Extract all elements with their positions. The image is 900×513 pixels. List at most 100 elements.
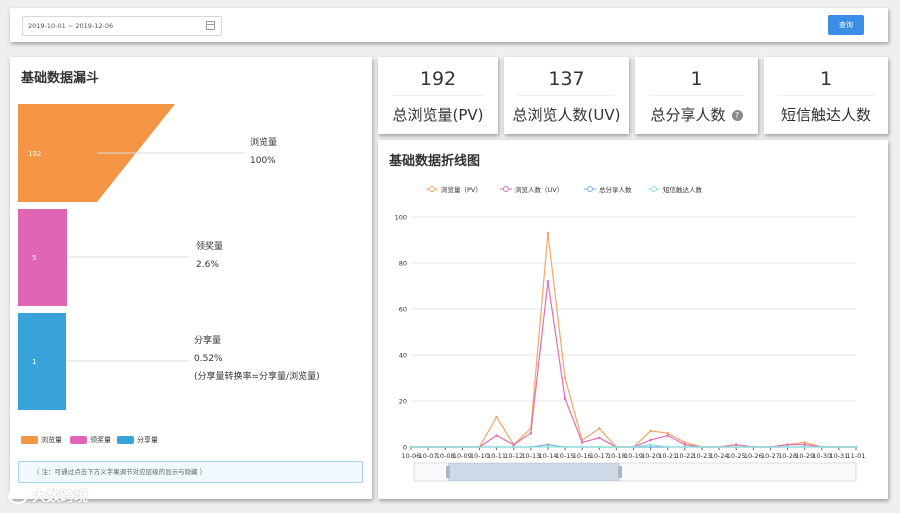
funnel-stage-name: 领奖量 [196,242,224,252]
funnel-stage-award[interactable] [18,209,67,306]
x-tick-label: 10-12 [504,452,523,460]
zoom-slider-handle-right[interactable] [618,466,622,478]
legend-label: 领奖量 [90,436,111,444]
funnel-conversion-note: (分享量转换率=分享量/浏览量) [194,372,320,382]
x-tick-label: 10-10 [470,452,489,460]
funnel-value-pv: 192 [28,150,41,158]
line-chart: 浏览量（PV） 浏览人数（UV） 总分享人数 短信触达人数 0 20 40 60 80 100 10… [395,185,865,482]
funnel-legend-pv[interactable]: 浏览量 [21,435,62,445]
stat-divider [392,95,484,96]
x-tick-label: 10-21 [658,452,677,460]
data-point [478,445,481,449]
y-tick-label: 0 [403,444,407,452]
date-range-picker[interactable]: 2019-10-01 ~ 2019-12-06 [22,16,222,36]
query-button[interactable]: 查询 [828,15,864,35]
x-tick-label: 10-09 [453,452,472,460]
funnel-chart: 192 5 1 [18,104,246,410]
legend-label: 分享量 [137,436,158,444]
stat-card-share: 1 总分享人数? [635,57,758,134]
data-point [649,438,652,442]
zoom-slider-selection [448,463,620,481]
funnel-stage-name: 浏览量 [250,138,278,148]
data-point [563,376,567,380]
y-tick-label: 100 [395,214,407,222]
stat-value: 192 [419,68,457,90]
legend-label: 总分享人数 [599,185,632,194]
data-point [649,445,652,449]
data-point [803,445,806,449]
data-point [529,445,533,449]
stat-label: 总浏览人数(UV) [512,106,621,124]
data-point [426,445,430,449]
watermark-logo-icon [8,488,28,504]
y-tick-label: 40 [399,352,407,360]
data-point [443,445,447,449]
data-point [666,434,670,437]
data-point [546,280,550,283]
funnel-stage-rate: 0.52% [194,354,223,364]
data-point [683,441,687,444]
data-point [769,445,772,449]
data-point [495,434,498,437]
stat-value: 137 [548,68,585,90]
zoom-slider-handle-left[interactable] [446,466,450,478]
data-point [717,445,721,449]
funnel-stage-share[interactable] [18,313,66,410]
funnel-label-share: 分享量 0.52% (分享量转换率=分享量/浏览量) [194,332,320,386]
x-tick-label: 10-27 [761,452,780,460]
funnel-label-award: 领奖量 2.6% [196,238,223,274]
data-point [649,443,652,447]
watermark-text: 大数跨境 [32,489,88,505]
legend-label: 浏览量（PV） [441,185,482,194]
stat-divider [778,95,874,96]
stat-card-uv: 137 总浏览人数(UV) [504,57,629,134]
funnel-value-share: 1 [32,358,36,366]
data-point [666,431,670,435]
question-circle-icon[interactable]: ? [731,110,743,121]
stat-value: 1 [690,68,703,90]
data-point [820,445,824,449]
funnel-legend-share[interactable]: 分享量 [117,435,158,445]
x-tick-label: 10-31 [829,452,848,460]
stat-divider [649,95,744,96]
data-point [615,445,618,449]
stat-label-text: 总分享人数 [650,106,726,124]
data-point [683,443,687,447]
stat-label: 总浏览量(PV) [392,106,484,124]
data-point [786,443,789,447]
data-point [563,445,567,449]
stat-label: 短信触达人数 [780,106,871,124]
data-point [786,445,789,449]
data-point [734,445,738,449]
date-range-value: 2019-10-01 ~ 2019-12-06 [28,22,114,30]
x-tick-label: 10-08 [436,452,455,460]
legend-label: 短信触达人数 [663,185,703,194]
data-point [461,445,464,449]
series-line [411,233,856,448]
data-point [632,445,635,449]
legend-marker [429,186,435,192]
data-point [495,415,498,419]
y-tick-label: 80 [399,260,407,268]
legend-marker [651,186,657,192]
data-point [837,445,841,449]
data-point [597,427,601,430]
data-point [597,445,601,449]
funnel-hint-note: （ 注：可通过点击下方义字果调节对应层级的显示与隐藏 ） [18,461,363,483]
funnel-panel: 基础数据漏斗 192 5 1 浏览量 100% 领奖量 2.6% 分享量 0.5… [10,57,372,499]
data-point [580,441,584,444]
x-tick-label: 10-07 [419,452,438,460]
x-tick-label: 10-20 [641,452,660,460]
x-tick-label: 10-13 [521,452,540,460]
data-point [512,445,515,449]
funnel-legend-award[interactable]: 领奖量 [70,435,111,445]
legend-swatch [117,436,134,444]
stat-card-pv: 192 总浏览量(PV) [378,57,498,134]
funnel-stage-name: 分享量 [194,336,222,346]
x-tick-label: 10-28 [778,452,797,460]
series-line [411,281,856,448]
x-tick-label: 10-26 [744,452,763,460]
legend-marker [503,186,509,192]
x-tick-label: 10-18 [607,452,626,460]
data-point [700,445,704,449]
